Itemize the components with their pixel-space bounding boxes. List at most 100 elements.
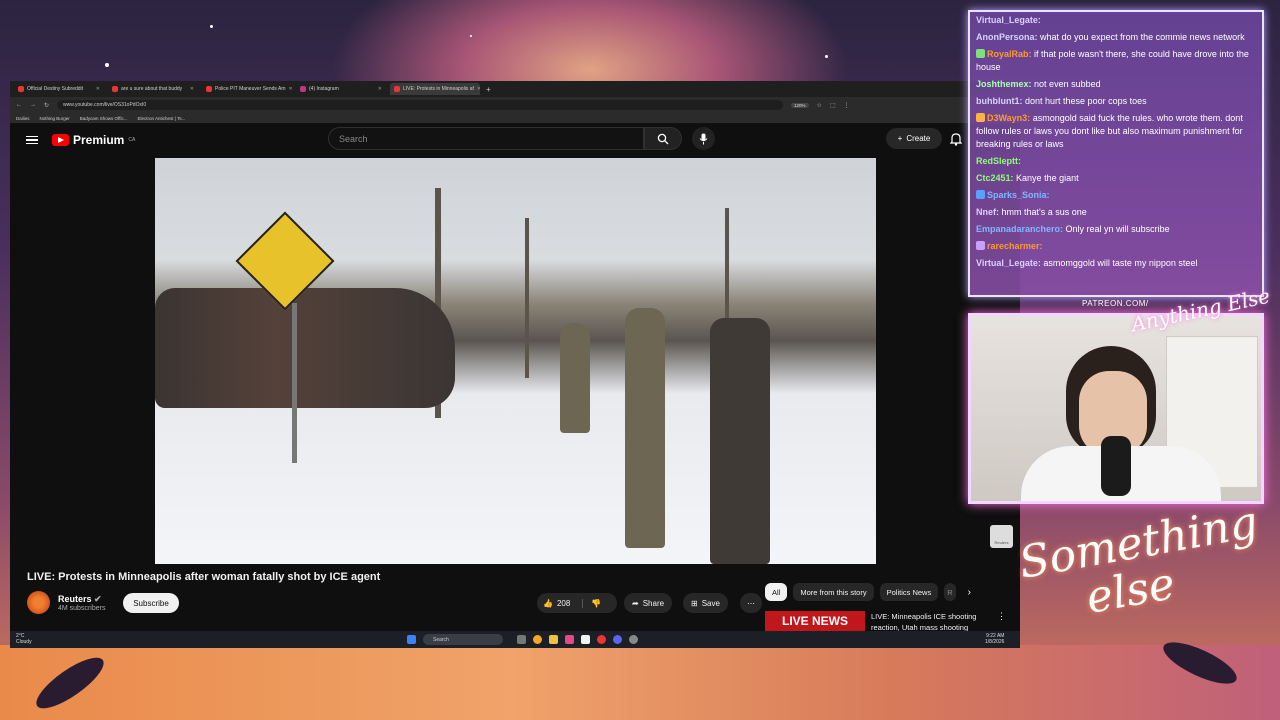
chat-message: D3Wayn3: asmongold said fuck the rules. … (976, 110, 1256, 153)
video-player[interactable] (155, 158, 876, 564)
bookmark-item[interactable]: Nothing Burger (40, 116, 70, 121)
bookmark-item[interactable]: Dailies (16, 116, 30, 121)
brand-logo: Something else (1015, 496, 1262, 624)
background-star (470, 35, 472, 37)
close-tab-icon[interactable]: ✕ (477, 86, 480, 92)
related-chips: All More from this story Politics News R… (765, 583, 971, 601)
create-button[interactable]: + Create (886, 128, 942, 149)
channel-name[interactable]: Reuters ✔ (58, 594, 105, 605)
background-star (825, 55, 828, 58)
app-icon[interactable] (565, 635, 574, 644)
firefox-icon[interactable] (533, 635, 542, 644)
save-button[interactable]: ⊞ Save (683, 593, 728, 613)
chat-username[interactable]: buhblunt1: (976, 96, 1023, 106)
chrome-icon[interactable] (597, 635, 606, 644)
more-actions-icon[interactable]: ⋯ (740, 593, 762, 613)
chat-username[interactable]: AnonPersona: (976, 32, 1038, 42)
bookmark-item[interactable]: Electron Antichest | Ts... (137, 116, 185, 121)
bookmark-item[interactable]: Badycam Shows Offic... (80, 116, 128, 121)
windows-start-icon[interactable] (407, 635, 416, 644)
chat-username[interactable]: Sparks_Sonia: (987, 190, 1050, 200)
video-title: LIVE: Protests in Minneapolis after woma… (27, 571, 381, 583)
file-explorer-icon[interactable] (549, 635, 558, 644)
extensions-icon[interactable]: ⬚ (830, 102, 836, 109)
chevron-right-icon[interactable]: › (968, 587, 971, 598)
verified-icon: ✔ (94, 593, 102, 604)
chat-username[interactable]: rarecharmer: (987, 241, 1043, 251)
background-star (105, 63, 109, 67)
chip-more-from-story[interactable]: More from this story (793, 583, 874, 601)
browser-menu-icon[interactable]: ⋮ (844, 102, 850, 109)
close-tab-icon[interactable]: ✕ (96, 86, 100, 92)
channel-info: Reuters ✔ 4M subscribers (50, 594, 105, 612)
chat-username[interactable]: Nnef: (976, 207, 999, 217)
chip-politics-news[interactable]: Politics News (879, 583, 939, 601)
clock[interactable]: 9:22 AM 1/8/2026 (985, 633, 1004, 645)
bookmark-star-icon[interactable]: ☆ (817, 102, 822, 109)
patreon-link: PATREON.COM/ (1082, 299, 1149, 308)
discord-icon[interactable] (613, 635, 622, 644)
recommended-video[interactable]: LIVE NEWS LIVE: Minneapolis ICE shooting… (765, 611, 1006, 631)
close-tab-icon[interactable]: ✕ (378, 86, 382, 92)
back-icon[interactable]: ← (16, 102, 22, 108)
chat-username[interactable]: D3Wayn3: (987, 113, 1030, 123)
notifications-bell-icon[interactable] (950, 132, 962, 146)
save-icon: ⊞ (691, 598, 698, 608)
zoom-indicator[interactable]: 120% (791, 102, 809, 108)
taskbar-search[interactable]: Search (423, 634, 503, 645)
address-bar[interactable]: www.youtube.com/live/OS31oPdOxI0 (57, 100, 784, 110)
chat-username[interactable]: RedSleptt: (976, 156, 1021, 166)
like-icon[interactable]: 👍 (543, 599, 553, 608)
search-input[interactable]: Search (328, 127, 644, 150)
search-button[interactable] (644, 127, 682, 150)
browser-tab[interactable]: Police PIT Maneuver Sends Am ✕ (202, 83, 292, 95)
reload-icon[interactable]: ↻ (44, 102, 49, 109)
chip-all[interactable]: All (765, 583, 788, 601)
hamburger-menu-icon[interactable] (26, 135, 38, 145)
chat-badge-icon (976, 190, 985, 199)
browser-tab[interactable]: (4) Instagram ✕ (296, 83, 386, 95)
browser-tab[interactable]: are u sure about that buddy ✕ (108, 83, 198, 95)
channel-avatar[interactable] (27, 591, 50, 614)
tab-strip: Official Destiny Subreddit ✕ are u sure a… (10, 81, 1020, 97)
recommended-title[interactable]: LIVE: Minneapolis ICE shooting reaction,… (871, 611, 991, 631)
chat-message: RedSleptt: (976, 153, 1256, 170)
settings-icon[interactable] (629, 635, 638, 644)
youtube-logo[interactable]: Premium CA (52, 133, 135, 147)
channel-watermark[interactable]: Reuters (990, 525, 1013, 548)
more-options-icon[interactable]: ⋮ (997, 611, 1006, 631)
app-icon[interactable] (581, 635, 590, 644)
recommended-thumbnail[interactable]: LIVE NEWS (765, 611, 865, 631)
close-tab-icon[interactable]: ✕ (190, 86, 194, 92)
like-count[interactable]: 208 (557, 599, 570, 608)
subscribe-button[interactable]: Subscribe (123, 593, 179, 613)
task-view-icon[interactable] (517, 635, 526, 644)
chat-text: asmomggold will taste my nippon steel (1043, 258, 1198, 268)
share-button[interactable]: ➦ Share (624, 593, 673, 613)
close-tab-icon[interactable]: ✕ (289, 86, 293, 92)
chat-message: Ctc2451: Kanye the giant (976, 170, 1256, 187)
dislike-icon[interactable]: 👎 (582, 598, 601, 608)
video-scene (710, 318, 770, 564)
chat-badge-icon (976, 49, 985, 58)
new-tab-icon[interactable]: + (486, 85, 491, 94)
browser-window: Official Destiny Subreddit ✕ are u sure a… (10, 81, 1020, 648)
chat-username[interactable]: Empanadaranchero: (976, 224, 1063, 234)
chat-username[interactable]: Ctc2451: (976, 173, 1014, 183)
chip-truncated[interactable]: R (944, 583, 956, 601)
background-star (210, 25, 213, 28)
chat-username[interactable]: Virtual_Legate: (976, 15, 1041, 25)
chat-message: Virtual_Legate: asmomggold will taste my… (976, 255, 1256, 272)
chat-badge-icon (976, 241, 985, 250)
chat-username[interactable]: Virtual_Legate: (976, 258, 1041, 268)
browser-tab-active[interactable]: LIVE: Protests in Minneapolis af ✕ (390, 83, 480, 95)
tab-favicon-icon (206, 86, 212, 92)
weather-widget[interactable]: 2°C Cloudy (16, 633, 32, 645)
forward-icon[interactable]: → (30, 102, 36, 108)
video-scene (625, 308, 665, 548)
microphone-icon (699, 133, 708, 144)
chat-username[interactable]: RoyalRab: (987, 49, 1032, 59)
chat-username[interactable]: Joshthemex: (976, 79, 1032, 89)
browser-tab[interactable]: Official Destiny Subreddit ✕ (14, 83, 104, 95)
voice-search-button[interactable] (692, 127, 715, 150)
